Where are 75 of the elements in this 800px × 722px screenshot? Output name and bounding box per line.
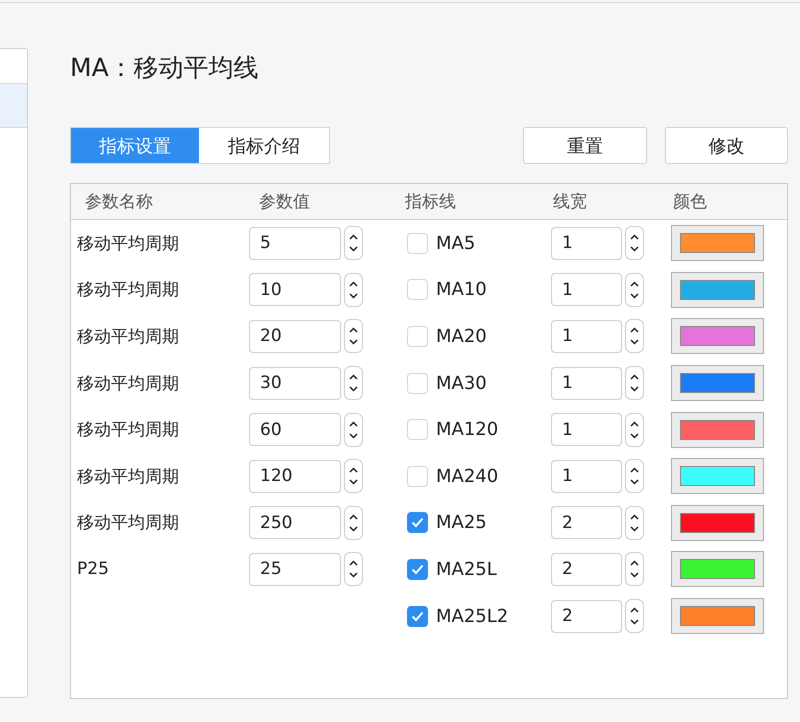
- parameter-input[interactable]: 60: [249, 413, 341, 446]
- width-input[interactable]: 1: [551, 366, 622, 400]
- column-header: 线宽: [553, 191, 588, 213]
- parameter-name: 移动平均周期: [76, 419, 180, 442]
- width-input[interactable]: 1: [551, 460, 622, 493]
- line-label: MA25L: [436, 558, 497, 580]
- parameter-input[interactable]: 120: [249, 460, 341, 493]
- line-label: MA5: [436, 232, 476, 254]
- stepper-icon[interactable]: [344, 272, 363, 307]
- parameter-name: 移动平均周期: [76, 279, 180, 302]
- parameter-name: 移动平均周期: [76, 512, 180, 534]
- modify-button[interactable]: 修改: [664, 127, 788, 164]
- parameter-input[interactable]: 5: [249, 226, 341, 260]
- reset-button[interactable]: 重置: [523, 127, 646, 164]
- color-swatch[interactable]: [671, 272, 764, 308]
- line-label: MA20: [436, 326, 487, 347]
- stepper-icon[interactable]: [625, 599, 644, 634]
- width-input[interactable]: 2: [551, 506, 622, 540]
- parameter-name: 移动平均周期: [76, 232, 180, 255]
- color-swatch[interactable]: [671, 365, 764, 402]
- color-swatch[interactable]: [671, 318, 764, 354]
- checkbox[interactable]: [407, 606, 428, 627]
- width-input[interactable]: 1: [551, 273, 622, 306]
- checkmark-icon: [411, 564, 424, 575]
- checkmark-icon: [411, 610, 424, 622]
- parameter-input[interactable]: 10: [249, 273, 341, 306]
- column-header: 参数名称: [84, 191, 154, 213]
- column-header: 颜色: [673, 191, 708, 213]
- width-input[interactable]: 1: [551, 413, 622, 446]
- checkmark-icon: [411, 517, 424, 528]
- tab[interactable]: 指标介绍: [199, 128, 329, 163]
- line-label: MA240: [436, 466, 498, 487]
- width-input[interactable]: 2: [551, 600, 622, 633]
- stepper-icon[interactable]: [625, 319, 644, 354]
- color-swatch[interactable]: [671, 412, 764, 448]
- stepper-icon[interactable]: [625, 226, 644, 260]
- color-swatch[interactable]: [671, 225, 764, 262]
- parameter-name: 移动平均周期: [76, 466, 180, 488]
- parameter-name: 移动平均周期: [76, 372, 180, 395]
- parameter-name: 移动平均周期: [76, 326, 180, 348]
- stepper-icon[interactable]: [625, 506, 644, 540]
- width-input[interactable]: 1: [551, 226, 622, 260]
- stepper-icon[interactable]: [344, 366, 363, 400]
- parameter-input[interactable]: 30: [249, 366, 341, 400]
- line-label: MA10: [436, 279, 487, 300]
- parameter-input[interactable]: 25: [249, 552, 341, 586]
- checkbox[interactable]: [407, 512, 428, 534]
- stepper-icon[interactable]: [625, 272, 644, 307]
- line-label: MA25L2: [436, 606, 508, 627]
- checkbox[interactable]: [407, 558, 428, 580]
- color-swatch[interactable]: [671, 551, 764, 588]
- line-label: MA120: [436, 419, 498, 440]
- color-swatch[interactable]: [671, 458, 764, 494]
- parameter-input[interactable]: 250: [249, 506, 341, 540]
- line-label: MA25: [436, 512, 487, 534]
- stepper-icon[interactable]: [625, 552, 644, 586]
- line-label: MA30: [436, 372, 487, 394]
- column-header: 参数值: [258, 191, 311, 213]
- parameter-name: P25: [76, 559, 110, 580]
- parameter-input[interactable]: 20: [249, 320, 341, 353]
- stepper-icon[interactable]: [344, 506, 363, 540]
- stepper-icon[interactable]: [625, 412, 644, 447]
- width-input[interactable]: 2: [551, 552, 622, 586]
- page-title: MA：移动平均线: [70, 52, 260, 84]
- color-swatch[interactable]: [671, 504, 764, 541]
- width-input[interactable]: 1: [551, 320, 622, 353]
- stepper-icon[interactable]: [625, 459, 644, 494]
- column-header: 指标线: [405, 191, 457, 213]
- stepper-icon[interactable]: [344, 319, 363, 354]
- stepper-icon[interactable]: [625, 366, 644, 400]
- stepper-icon[interactable]: [344, 459, 363, 494]
- color-swatch[interactable]: [671, 598, 764, 634]
- stepper-icon[interactable]: [344, 226, 363, 260]
- stepper-icon[interactable]: [344, 412, 363, 447]
- stepper-icon[interactable]: [344, 552, 363, 586]
